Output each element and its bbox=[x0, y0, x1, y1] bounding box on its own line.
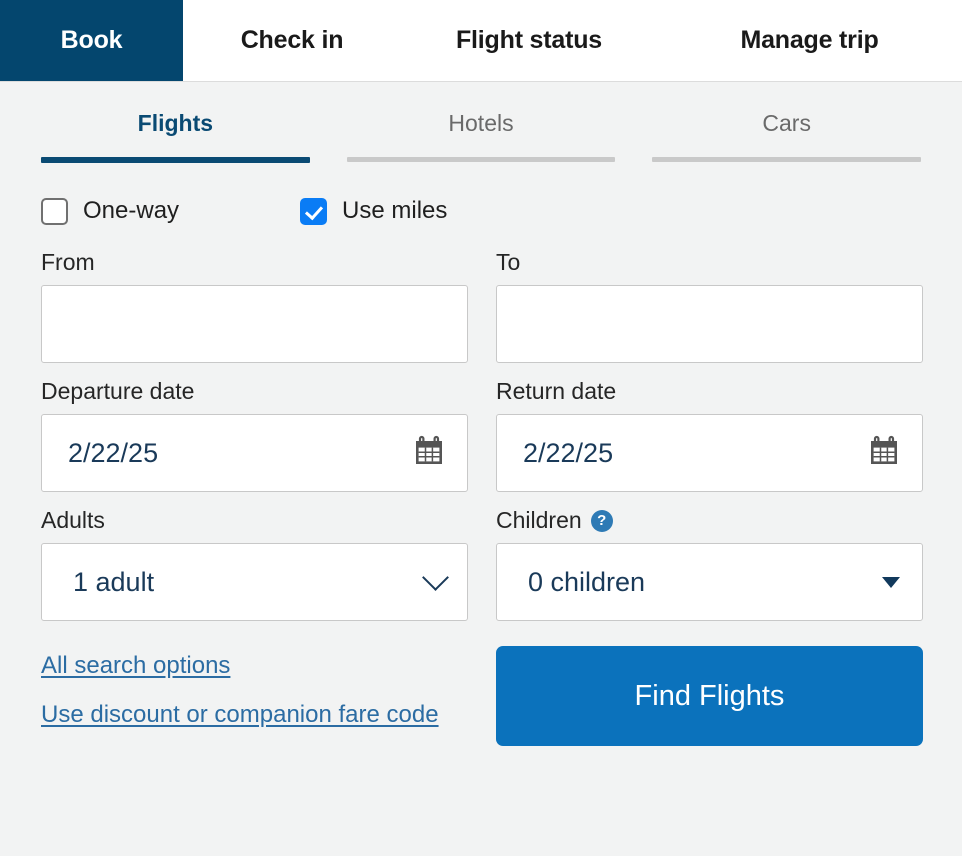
departure-date-label: Departure date bbox=[41, 378, 195, 404]
departure-date-value: 2/22/25 bbox=[68, 437, 159, 468]
children-group: Children ? 0 children bbox=[496, 507, 923, 621]
children-label-row: Children ? bbox=[496, 507, 923, 534]
primary-navigation: Book Check in Flight status Manage trip bbox=[0, 0, 962, 82]
calendar-icon[interactable] bbox=[413, 435, 445, 472]
all-search-options-link[interactable]: All search options bbox=[41, 652, 230, 680]
to-input[interactable] bbox=[496, 285, 923, 363]
form-links: All search options Use discount or compa… bbox=[41, 646, 468, 746]
calendar-icon[interactable] bbox=[868, 435, 900, 472]
one-way-checkbox[interactable]: One-way bbox=[41, 197, 179, 225]
return-date-label: Return date bbox=[496, 378, 617, 404]
use-miles-checkbox-box[interactable] bbox=[300, 197, 328, 225]
children-label: Children bbox=[496, 507, 582, 533]
nav-tab-book-label: Book bbox=[60, 26, 123, 54]
adults-group: Adults 1 adult bbox=[41, 507, 468, 621]
submit-container: Find Flights bbox=[496, 646, 923, 746]
origin-destination-row: From To bbox=[41, 249, 923, 363]
departure-date-input[interactable]: 2/22/25 bbox=[41, 414, 468, 492]
adults-label: Adults bbox=[41, 507, 105, 533]
one-way-checkbox-box[interactable] bbox=[41, 197, 68, 225]
tab-flights[interactable]: Flights bbox=[41, 110, 310, 163]
find-flights-button[interactable]: Find Flights bbox=[496, 646, 923, 746]
tab-cars[interactable]: Cars bbox=[652, 110, 922, 163]
tab-flights-indicator bbox=[41, 157, 310, 163]
departure-date-group: Departure date 2/22/25 bbox=[41, 378, 468, 492]
use-miles-checkbox[interactable]: Use miles bbox=[300, 197, 447, 225]
return-date-group: Return date 2/22/25 bbox=[496, 378, 923, 492]
nav-tab-manage-trip[interactable]: Manage trip bbox=[657, 0, 962, 81]
return-date-input[interactable]: 2/22/25 bbox=[496, 414, 923, 492]
adults-select[interactable]: 1 adult bbox=[41, 543, 468, 621]
caret-down-icon[interactable] bbox=[882, 576, 900, 588]
form-footer-row: All search options Use discount or compa… bbox=[41, 646, 923, 746]
from-label: From bbox=[41, 249, 95, 275]
nav-tab-check-in-label: Check in bbox=[240, 26, 344, 54]
to-field-group: To bbox=[496, 249, 923, 363]
to-label: To bbox=[496, 249, 521, 275]
dates-row: Departure date 2/22/25 Return date 2/22/… bbox=[41, 378, 923, 492]
tab-hotels[interactable]: Hotels bbox=[346, 110, 616, 163]
from-input[interactable] bbox=[41, 285, 468, 363]
booking-type-tabs: Flights Hotels Cars bbox=[0, 82, 962, 163]
help-icon[interactable]: ? bbox=[590, 509, 613, 532]
flight-search-form: One-way Use miles From To Departure date… bbox=[0, 163, 962, 746]
nav-tab-flight-status[interactable]: Flight status bbox=[401, 0, 657, 81]
trip-options-row: One-way Use miles bbox=[41, 194, 921, 228]
tab-cars-indicator bbox=[652, 157, 922, 162]
tab-hotels-indicator bbox=[346, 157, 616, 162]
return-date-value: 2/22/25 bbox=[523, 437, 614, 468]
tab-hotels-label: Hotels bbox=[448, 110, 514, 136]
use-miles-checkbox-label: Use miles bbox=[342, 197, 448, 224]
one-way-checkbox-label: One-way bbox=[83, 197, 180, 224]
children-value: 0 children bbox=[528, 566, 646, 597]
from-field-group: From bbox=[41, 249, 468, 363]
tab-flights-label: Flights bbox=[137, 110, 214, 136]
tab-cars-label: Cars bbox=[762, 110, 811, 136]
children-select[interactable]: 0 children bbox=[496, 543, 923, 621]
passengers-row: Adults 1 adult Children ? 0 children bbox=[41, 507, 923, 621]
discount-code-link[interactable]: Use discount or companion fare code bbox=[41, 701, 439, 729]
nav-tab-book[interactable]: Book bbox=[0, 0, 183, 81]
nav-tab-flight-status-label: Flight status bbox=[455, 26, 602, 54]
adults-value: 1 adult bbox=[73, 566, 155, 597]
chevron-down-icon[interactable] bbox=[422, 563, 449, 591]
nav-tab-manage-trip-label: Manage trip bbox=[740, 26, 879, 54]
nav-tab-check-in[interactable]: Check in bbox=[183, 0, 401, 81]
